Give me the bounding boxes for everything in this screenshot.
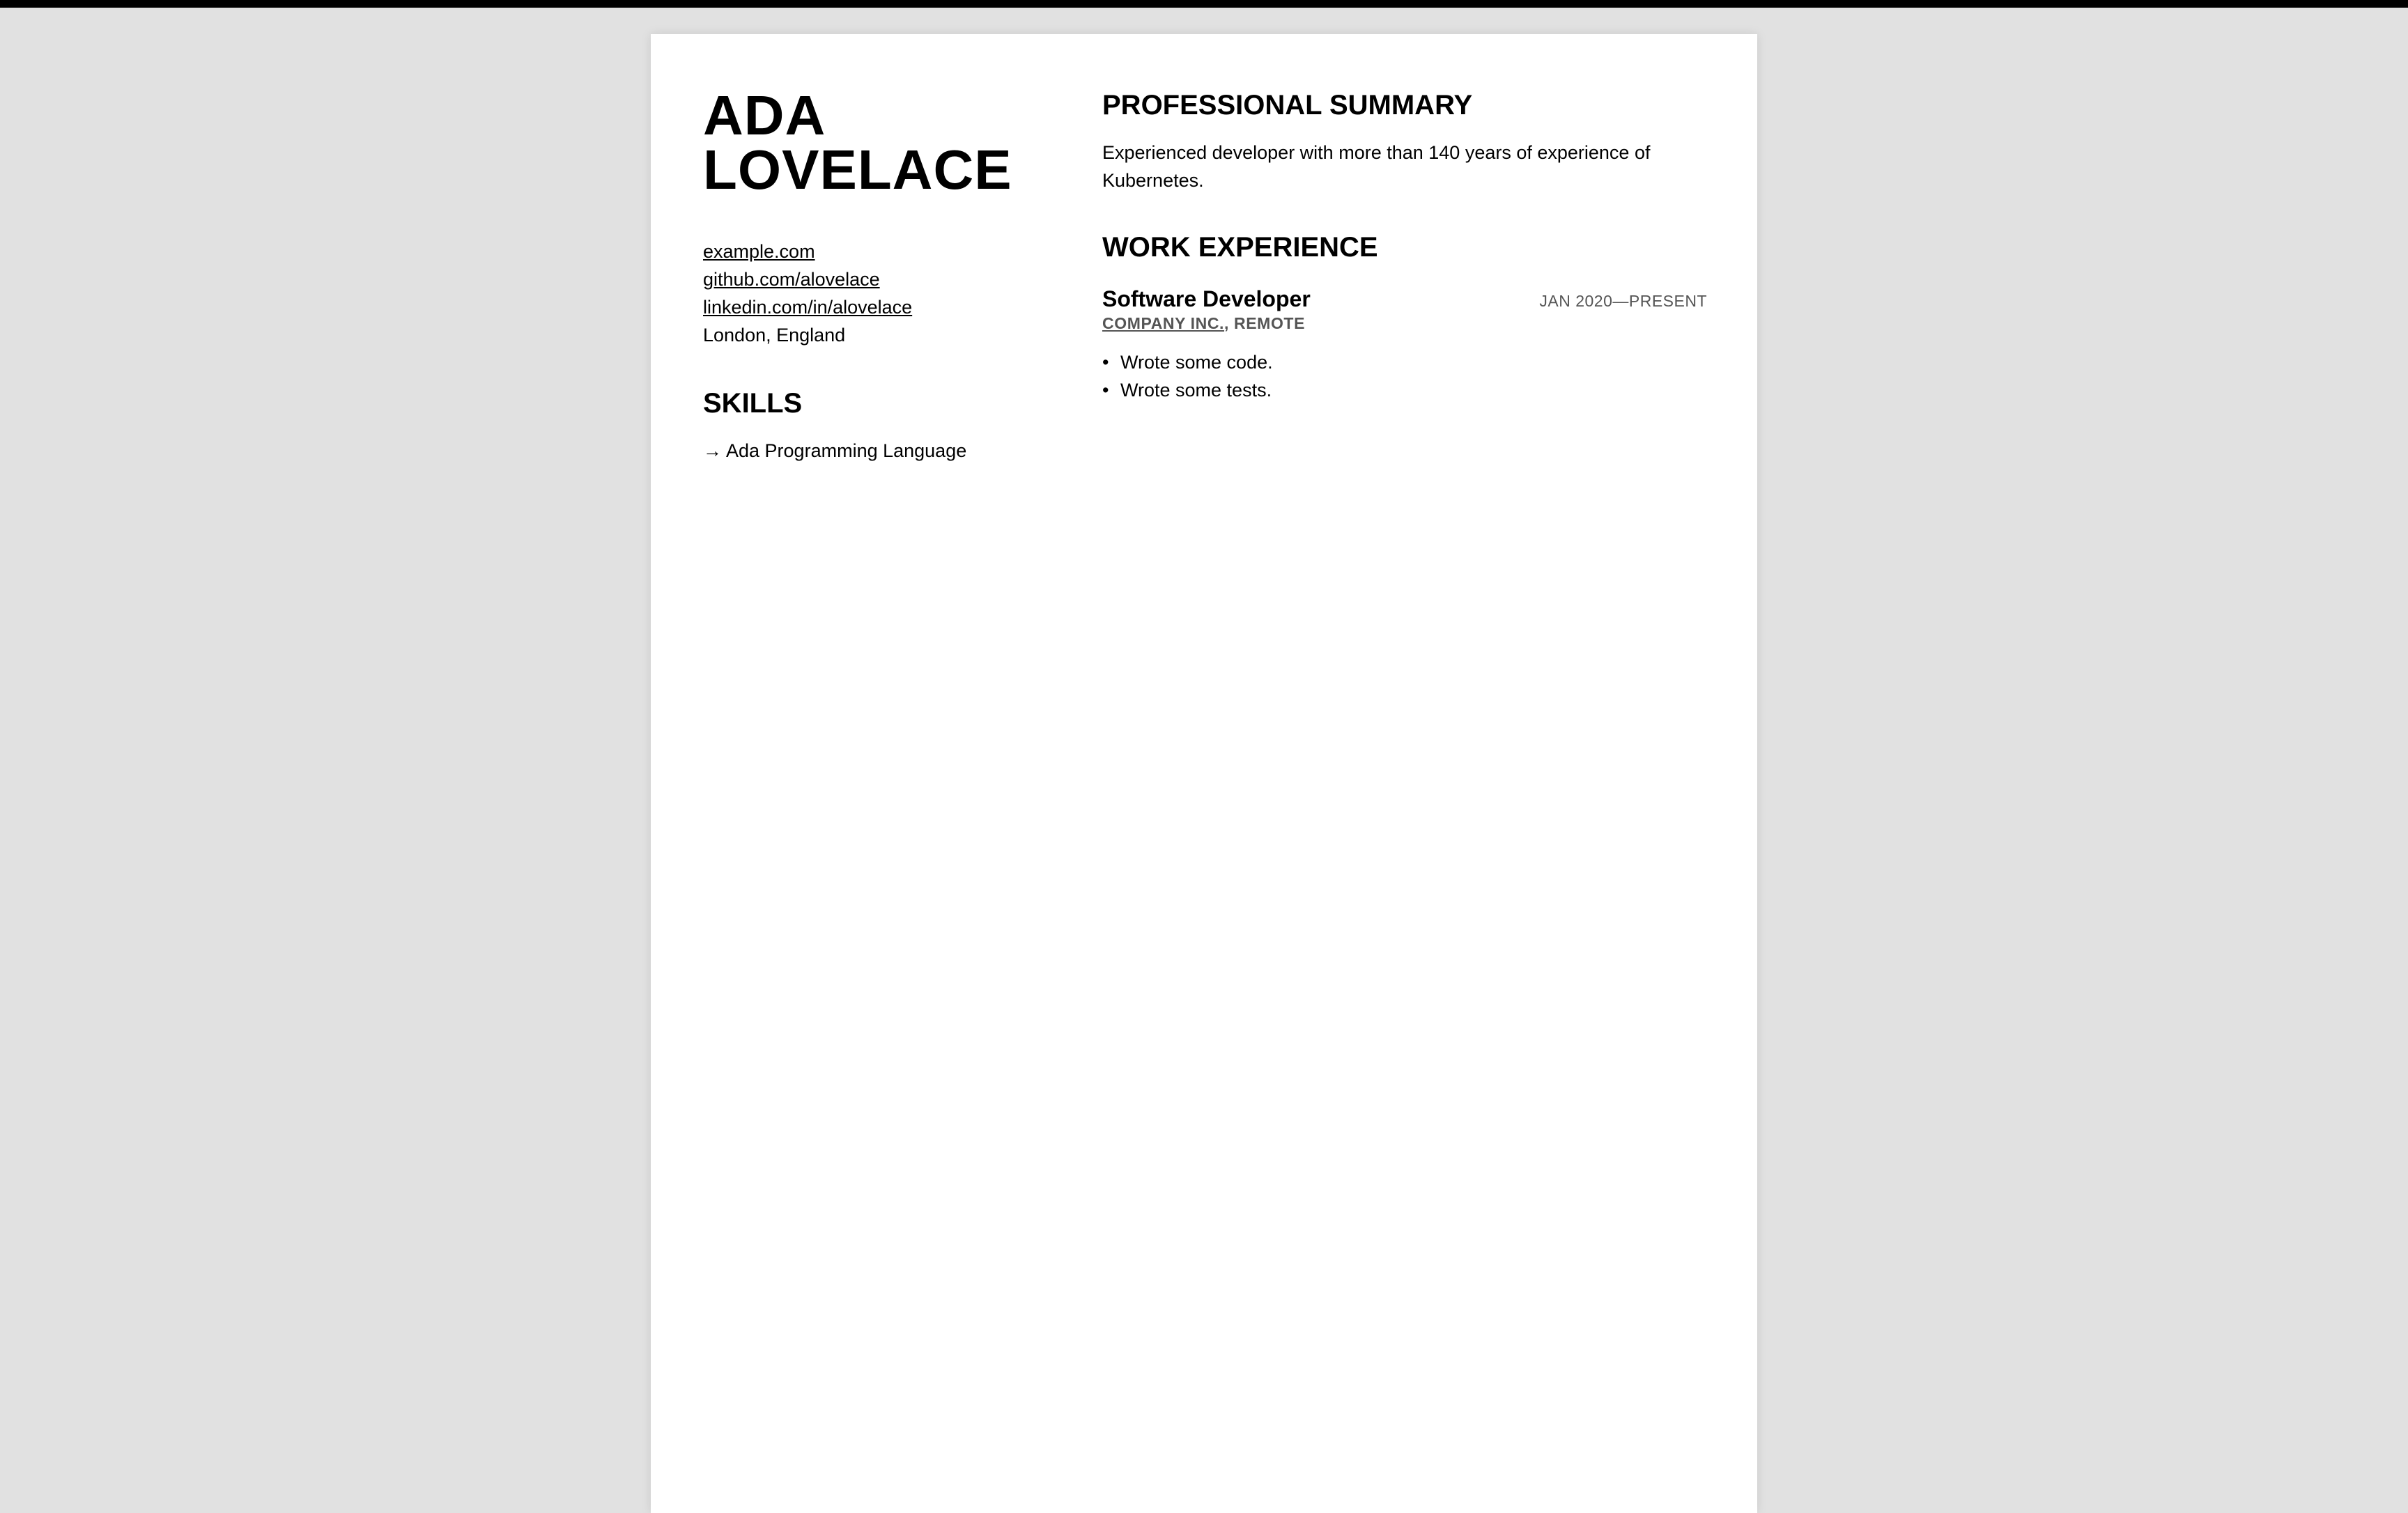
window-top-bar xyxy=(0,0,2408,8)
skills-heading: SKILLS xyxy=(703,388,803,419)
website-link[interactable]: example.com xyxy=(703,238,1024,265)
skills-list: → Ada Programming Language xyxy=(703,437,1024,465)
work-experience-heading: WORK EXPERIENCE xyxy=(1102,232,1378,263)
linkedin-link[interactable]: linkedin.com/in/alovelace xyxy=(703,293,1024,321)
job-header: Software Developer JAN 2020—PRESENT xyxy=(1102,285,1707,313)
sidebar-column: ADA LOVELACE example.com github.com/alov… xyxy=(703,88,1024,465)
skill-label: Ada Programming Language xyxy=(726,440,967,461)
job-location: REMOTE xyxy=(1234,314,1306,332)
name-first: ADA xyxy=(703,84,826,146)
contact-info: example.com github.com/alovelace linkedi… xyxy=(703,238,1024,349)
candidate-name: ADA LOVELACE xyxy=(703,84,1024,201)
location-text: London, England xyxy=(703,325,846,346)
bullet-item: Wrote some tests. xyxy=(1102,376,1707,404)
arrow-right-icon: → xyxy=(703,440,722,461)
bullet-item: Wrote some code. xyxy=(1102,348,1707,376)
job-company-line: COMPANY INC., REMOTE xyxy=(1102,314,1707,333)
main-column: PROFESSIONAL SUMMARY Experienced develop… xyxy=(1102,88,1707,404)
job-bullets: Wrote some code. Wrote some tests. xyxy=(1102,348,1707,404)
name-last: LOVELACE xyxy=(703,139,1012,201)
resume-page: ADA LOVELACE example.com github.com/alov… xyxy=(651,34,1757,1513)
summary-heading: PROFESSIONAL SUMMARY xyxy=(1102,90,1473,121)
company-separator: , xyxy=(1224,314,1230,332)
job-dates: JAN 2020—PRESENT xyxy=(1539,292,1707,310)
job-title: Software Developer xyxy=(1102,286,1311,311)
company-link[interactable]: COMPANY INC. xyxy=(1102,314,1224,332)
github-link[interactable]: github.com/alovelace xyxy=(703,265,1024,293)
job-entry: Software Developer JAN 2020—PRESENT COMP… xyxy=(1102,285,1707,404)
skill-item: → Ada Programming Language xyxy=(703,437,1024,465)
summary-text: Experienced developer with more than 140… xyxy=(1102,142,1651,191)
